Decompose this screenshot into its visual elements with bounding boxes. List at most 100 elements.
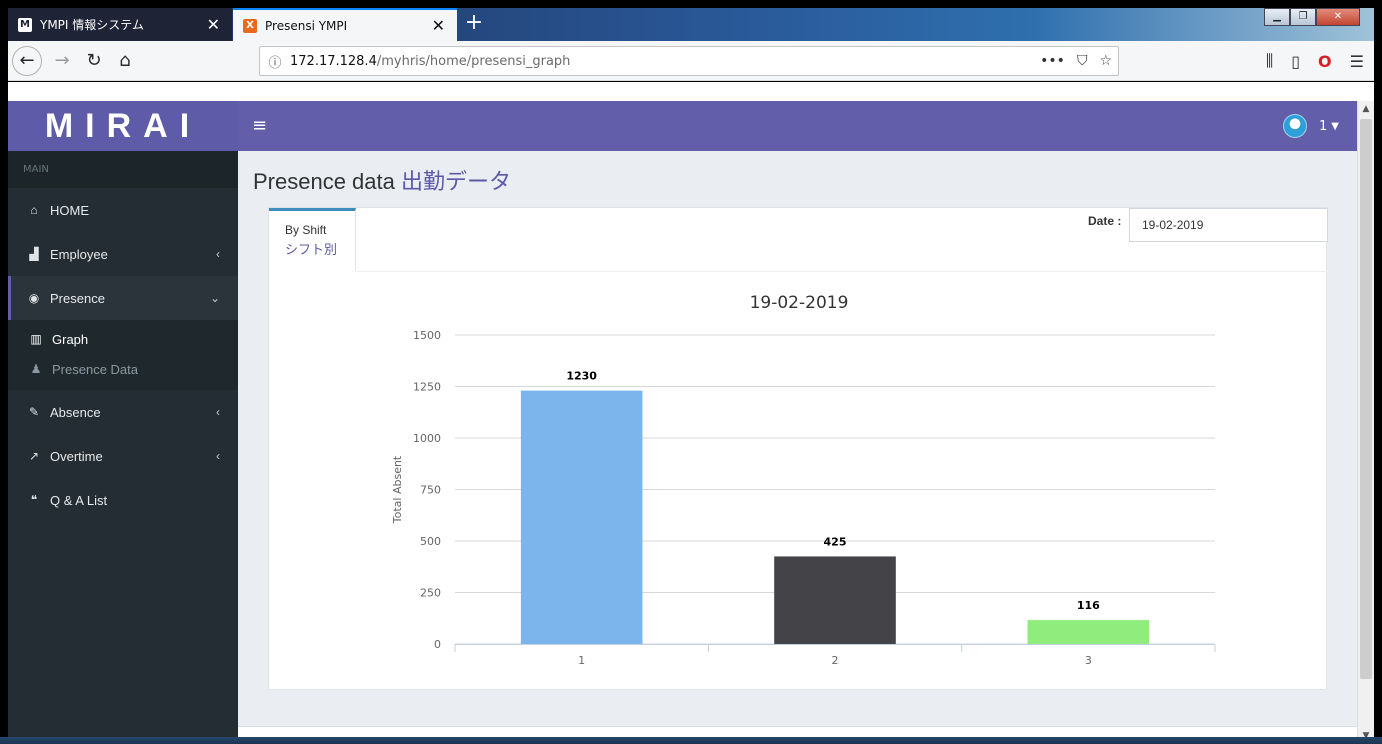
opera-icon[interactable]: O xyxy=(1318,52,1332,71)
browser-tab-bar: M YMPI 情報システム ✕ X Presensi YMPI ✕ + ▁ ❐ … xyxy=(8,8,1374,41)
tab-close-icon[interactable]: ✕ xyxy=(432,17,445,34)
tab-title: Presensi YMPI xyxy=(265,18,348,33)
tab-label-jp: シフト別 xyxy=(285,242,338,257)
submenu-item-label: Presence Data xyxy=(52,361,138,377)
comments-icon: ❝ xyxy=(30,493,38,507)
tab-close-icon[interactable]: ✕ xyxy=(207,16,220,33)
data-label: 1230 xyxy=(566,370,597,383)
scrollbar-thumb[interactable] xyxy=(1360,119,1372,679)
sidebar-toggle-icon[interactable]: ≡ xyxy=(252,115,268,137)
page-title-jp: 出勤データ xyxy=(401,169,512,194)
user-menu[interactable]: 1 ▼ xyxy=(1283,114,1339,138)
pocket-icon[interactable]: ⛉ xyxy=(1077,53,1088,69)
factory-icon: ▟ xyxy=(29,247,39,261)
data-label: 116 xyxy=(1077,599,1100,612)
caret-down-icon: ▼ xyxy=(1331,120,1339,132)
sidebar-item-home[interactable]: ⌂ HOME xyxy=(8,188,238,232)
y-tick-label: 1500 xyxy=(413,329,441,342)
bar-shift-3[interactable] xyxy=(1027,620,1150,644)
eye-icon: ◉ xyxy=(28,291,40,305)
back-button[interactable]: ← xyxy=(12,46,42,76)
tab-favicon-m-icon: M xyxy=(18,17,32,32)
tab-title: YMPI 情報システム xyxy=(40,18,144,32)
web-page: MIRAI ≡ 1 ▼ MAIN ⌂ HOME ▟ Employee ‹ ◉ P… xyxy=(8,101,1357,744)
page-title: Presence data 出勤データ xyxy=(253,164,511,196)
y-axis-ticks: 0 250 500 750 1000 1250 1500 xyxy=(413,329,441,651)
toolbar-gap xyxy=(8,82,1374,101)
forward-button[interactable]: → xyxy=(48,47,76,75)
sidebar-section-label: MAIN xyxy=(8,151,238,188)
page-actions-button[interactable]: ••• xyxy=(1040,53,1065,69)
sidebar-item-presence[interactable]: ◉ Presence ⌄ xyxy=(8,276,238,320)
sidebar-item-employee[interactable]: ▟ Employee ‹ xyxy=(8,232,238,276)
browser-toolbar-right: ⫼ ▯ O ☰ xyxy=(1266,41,1364,81)
sidebar-item-label: Q & A List xyxy=(50,492,108,508)
window-controls: ▁ ❐ ✕ xyxy=(1264,8,1360,28)
bar-chart-icon: ▥ xyxy=(30,332,42,346)
chevron-left-icon: ‹ xyxy=(216,247,220,261)
scroll-up-arrow-icon[interactable]: ▲ xyxy=(1358,101,1374,117)
new-tab-button[interactable]: + xyxy=(462,12,486,36)
chevron-left-icon: ‹ xyxy=(216,449,220,463)
sidebar-toggle-icon[interactable]: ▯ xyxy=(1291,52,1300,71)
y-tick-label: 750 xyxy=(420,484,441,497)
y-tick-label: 1250 xyxy=(413,381,441,394)
y-tick-label: 500 xyxy=(420,535,441,548)
y-tick-label: 250 xyxy=(420,587,441,600)
tab-by-shift[interactable]: By Shift シフト別 xyxy=(269,208,356,271)
url-actions: ••• ⛉ ☆ xyxy=(1040,47,1112,75)
chevron-down-icon: ⌄ xyxy=(209,291,220,305)
sidebar-item-qa-list[interactable]: ❝ Q & A List xyxy=(8,478,238,522)
restore-button[interactable]: ❐ xyxy=(1290,8,1316,26)
url-path: /myhris/home/presensi_graph xyxy=(376,53,571,69)
x-tick-label: 1 xyxy=(578,654,585,667)
sidebar-item-overtime[interactable]: ↗ Overtime ‹ xyxy=(8,434,238,478)
chart-title: 19-02-2019 xyxy=(750,293,849,313)
y-tick-label: 0 xyxy=(434,638,441,651)
chart-bars: 1230 425 116 xyxy=(520,370,1150,644)
browser-tab-presensi[interactable]: X Presensi YMPI ✕ xyxy=(233,8,457,41)
x-tick-label: 2 xyxy=(832,654,839,667)
vertical-scrollbar[interactable]: ▲ ▼ xyxy=(1357,101,1374,744)
absence-bar-chart: 19-02-2019 0 250 500 750 1000 1250 1500 Total … xyxy=(391,293,1216,667)
window-close-button[interactable]: ✕ xyxy=(1316,8,1360,26)
date-input[interactable] xyxy=(1129,208,1328,242)
user-label: 1 xyxy=(1319,118,1328,134)
submenu-item-presence-data[interactable]: ♟ Presence Data xyxy=(8,354,238,384)
person-icon: ♟ xyxy=(30,362,42,376)
sidebar-item-label: Overtime xyxy=(50,448,103,464)
reload-button[interactable]: ↻ xyxy=(80,47,108,75)
sidebar-item-absence[interactable]: ✎ Absence ‹ xyxy=(8,390,238,434)
page-title-en: Presence data xyxy=(253,169,395,194)
home-icon: ⌂ xyxy=(30,203,38,217)
app-logo[interactable]: MIRAI xyxy=(8,101,238,151)
presence-submenu: ▥ Graph ♟ Presence Data xyxy=(8,320,238,390)
bookmark-star-icon[interactable]: ☆ xyxy=(1099,53,1112,69)
screen: M YMPI 情報システム ✕ X Presensi YMPI ✕ + ▁ ❐ … xyxy=(0,0,1382,744)
top-navbar: ≡ 1 ▼ xyxy=(238,101,1357,151)
date-label: Date : xyxy=(1088,214,1122,228)
address-bar[interactable]: ⓘ 172.17.128.4/myhris/home/presensi_grap… xyxy=(259,46,1119,76)
chart-card: By Shift シフト別 Date : 19-02-2019 0 250 500 7… xyxy=(268,207,1328,690)
sidebar-item-label: Employee xyxy=(50,246,108,262)
sidebar-item-label: Absence xyxy=(50,404,101,420)
browser-navigation-bar: ← → ↻ ⌂ ⓘ 172.17.128.4/myhris/home/prese… xyxy=(8,41,1374,81)
browser-tab-ympi[interactable]: M YMPI 情報システム ✕ xyxy=(8,8,232,41)
divider xyxy=(356,271,1327,272)
menu-icon[interactable]: ☰ xyxy=(1350,52,1364,71)
avatar xyxy=(1283,114,1308,138)
data-label: 425 xyxy=(824,535,847,548)
bar-shift-2[interactable] xyxy=(774,556,896,644)
tab-label: By Shift xyxy=(285,223,327,237)
x-axis: 1 2 3 xyxy=(454,644,1216,667)
submenu-item-graph[interactable]: ▥ Graph xyxy=(8,324,238,354)
home-button[interactable]: ⌂ xyxy=(111,47,139,75)
site-info-icon[interactable]: ⓘ xyxy=(260,52,290,71)
url-host: 172.17.128.4 xyxy=(290,53,377,69)
bar-shift-1[interactable] xyxy=(520,390,643,644)
submenu-item-label: Graph xyxy=(52,331,89,347)
x-tick-label: 3 xyxy=(1085,654,1092,667)
library-icon[interactable]: ⫼ xyxy=(1266,51,1273,71)
minimize-button[interactable]: ▁ xyxy=(1264,8,1290,26)
tab-favicon-xampp-icon: X xyxy=(243,18,257,33)
